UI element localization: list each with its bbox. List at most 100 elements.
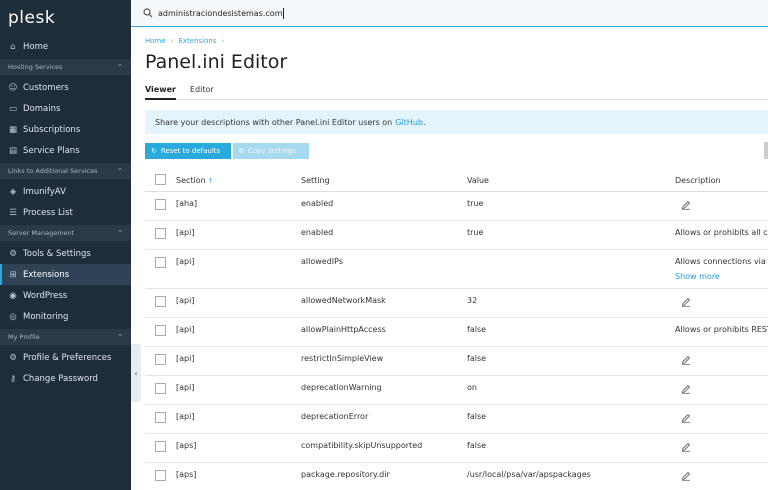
row-checkbox[interactable] xyxy=(155,199,166,210)
search-input[interactable]: administraciondesistemas.com xyxy=(158,9,282,18)
sidebar-item-customers[interactable]: ☺ Customers xyxy=(0,77,131,98)
sidebar-item-subscriptions[interactable]: ▦ Subscriptions xyxy=(0,119,131,140)
row-checkbox[interactable] xyxy=(155,354,166,365)
breadcrumb-home[interactable]: Home xyxy=(145,37,166,45)
select-all-checkbox[interactable] xyxy=(155,174,166,185)
cell-setting: deprecationError xyxy=(301,412,369,421)
sort-ascending-icon: ↑ xyxy=(207,177,214,185)
info-text: Share your descriptions with other Panel… xyxy=(155,117,393,127)
cell-section: [api] xyxy=(176,383,195,392)
search-icon xyxy=(143,8,153,18)
sidebar-item-tools-settings[interactable]: ⚙ Tools & Settings xyxy=(0,243,131,264)
plesk-logo[interactable]: plesk xyxy=(0,0,131,36)
cell-setting: allowedIPs xyxy=(301,257,343,266)
shield-icon: ◈ xyxy=(9,186,17,197)
show-more-link[interactable]: Show more xyxy=(675,272,768,281)
sidebar-item-label: Process List xyxy=(23,207,73,218)
cell-section: [api] xyxy=(176,354,195,363)
sidebar-item-label: Home xyxy=(23,41,49,52)
sidebar-item-label: ImunifyAV xyxy=(23,186,66,197)
cell-description xyxy=(675,442,691,454)
sidebar-item-label: Change Password xyxy=(23,373,98,384)
cell-section: [api] xyxy=(176,412,195,421)
row-checkbox[interactable] xyxy=(155,228,166,239)
pencil-icon[interactable] xyxy=(681,413,691,425)
cell-section: [api] xyxy=(176,257,195,266)
row-checkbox[interactable] xyxy=(155,383,166,394)
pencil-icon[interactable] xyxy=(681,355,691,367)
book-icon: ▤ xyxy=(8,145,18,156)
search-bar[interactable]: administraciondesistemas.com xyxy=(131,0,768,27)
copy-icon: ⧉ xyxy=(239,146,244,155)
cell-description xyxy=(675,297,691,309)
sidebar-group-hosting-services[interactable]: Hosting Services ⌃ xyxy=(0,59,131,75)
column-value: Value xyxy=(467,176,489,185)
row-checkbox[interactable] xyxy=(155,441,166,452)
sidebar-collapse-button[interactable]: ‹ xyxy=(131,344,141,402)
cell-setting: package.repository.dir xyxy=(301,470,390,479)
table-row: [aha] enabled true xyxy=(145,192,768,221)
table-row: [api] deprecationWarning on xyxy=(145,376,768,405)
monitoring-icon: ◎ xyxy=(9,311,17,322)
row-checkbox[interactable] xyxy=(155,296,166,307)
cell-value: on xyxy=(467,383,477,392)
sidebar-item-extensions[interactable]: ⊞ Extensions xyxy=(0,264,131,285)
sidebar-item-imunifyav[interactable]: ◈ ImunifyAV xyxy=(0,181,131,202)
cell-setting: deprecationWarning xyxy=(301,383,382,392)
pencil-icon[interactable] xyxy=(681,200,691,212)
table-row: [api] allowedIPs Allows connections via P S… xyxy=(145,250,768,289)
tab-viewer[interactable]: Viewer xyxy=(145,85,176,100)
sidebar-group-links-to-additional-services[interactable]: Links to Additional Services ⌃ xyxy=(0,163,131,179)
key-icon: ⚷ xyxy=(9,373,17,384)
row-checkbox[interactable] xyxy=(155,412,166,423)
sidebar-group-label: Links to Additional Services xyxy=(8,167,98,175)
toolbar: ↻ Reset to defaults ⧉ Copy settings xyxy=(145,143,309,159)
cell-section: [aps] xyxy=(176,441,197,450)
github-link[interactable]: GitHub xyxy=(395,118,423,127)
text-cursor xyxy=(283,7,285,19)
row-checkbox[interactable] xyxy=(155,325,166,336)
sidebar-item-service-plans[interactable]: ▤ Service Plans xyxy=(0,140,131,161)
pencil-icon[interactable] xyxy=(681,297,691,309)
sidebar-group-server-management[interactable]: Server Management ⌃ xyxy=(0,225,131,241)
cell-description: Allows connections via P Show more xyxy=(675,257,768,281)
sidebar-item-home[interactable]: ⌂ Home xyxy=(0,36,131,57)
copy-settings-button[interactable]: ⧉ Copy settings xyxy=(233,143,309,159)
cell-description xyxy=(675,471,691,483)
sidebar-item-process-list[interactable]: ☰ Process List xyxy=(0,202,131,223)
sidebar-item-domains[interactable]: ▭ Domains xyxy=(0,98,131,119)
sidebar-group-my-profile[interactable]: My Profile ⌃ xyxy=(0,329,131,345)
sidebar-item-wordpress[interactable]: ◉ WordPress xyxy=(0,285,131,306)
column-section[interactable]: Section ↑ xyxy=(176,176,214,185)
extensions-icon: ⊞ xyxy=(9,269,17,280)
cell-description xyxy=(675,384,691,396)
sidebar-item-monitoring[interactable]: ◎ Monitoring xyxy=(0,306,131,327)
copy-label: Copy settings xyxy=(248,147,296,155)
sidebar-item-label: Extensions xyxy=(23,269,70,280)
tab-bar: Viewer Editor xyxy=(145,85,768,100)
wordpress-icon: ◉ xyxy=(9,290,17,301)
reset-to-defaults-button[interactable]: ↻ Reset to defaults xyxy=(145,143,231,159)
sidebar-group-label: Hosting Services xyxy=(8,63,63,71)
cell-value: false xyxy=(467,441,487,450)
pencil-icon[interactable] xyxy=(681,442,691,454)
cell-setting: enabled xyxy=(301,228,334,237)
description-text: Allows or prohibits all co xyxy=(675,228,768,237)
row-checkbox[interactable] xyxy=(155,257,166,268)
breadcrumb-extensions[interactable]: Extensions xyxy=(178,37,216,45)
table-row: [api] deprecationError false xyxy=(145,405,768,434)
list-icon: ☰ xyxy=(9,207,17,218)
row-checkbox[interactable] xyxy=(155,470,166,481)
cell-setting: restrictInSimpleView xyxy=(301,354,384,363)
cell-value: true xyxy=(467,228,484,237)
pencil-icon[interactable] xyxy=(681,384,691,396)
tab-editor[interactable]: Editor xyxy=(190,85,214,100)
sidebar-item-change-password[interactable]: ⚷ Change Password xyxy=(0,368,131,389)
cell-section: [api] xyxy=(176,296,195,305)
sidebar-item-label: Subscriptions xyxy=(23,124,81,135)
cell-value: 32 xyxy=(467,296,478,305)
cell-section: [aps] xyxy=(176,470,197,479)
sidebar-item-profile-preferences[interactable]: ⚙ Profile & Preferences xyxy=(0,347,131,368)
pencil-icon[interactable] xyxy=(681,471,691,483)
cell-setting: enabled xyxy=(301,199,334,208)
